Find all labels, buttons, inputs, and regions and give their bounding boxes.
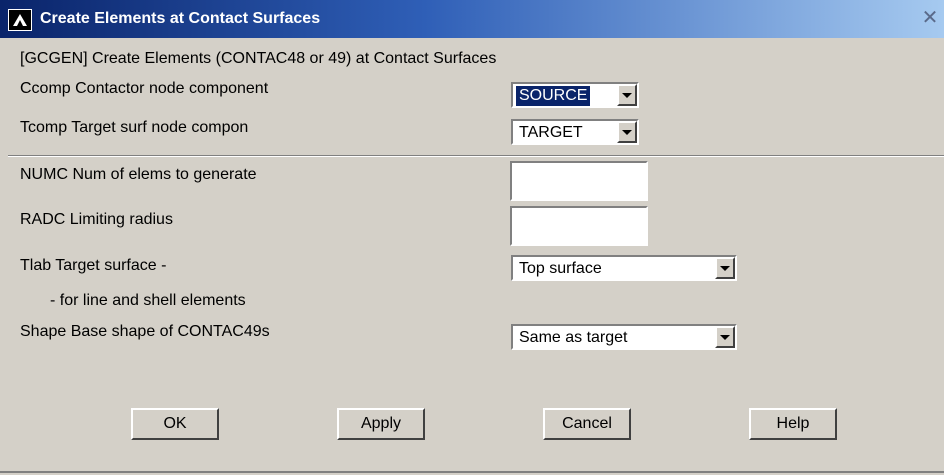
ccomp-label: Ccomp Contactor node component <box>20 80 269 97</box>
chevron-down-icon[interactable] <box>715 257 735 279</box>
tlab-value: Top surface <box>519 260 602 277</box>
chevron-down-icon[interactable] <box>715 326 735 348</box>
ansys-logo-icon <box>8 9 32 31</box>
apply-button[interactable]: Apply <box>337 408 425 440</box>
title-bar[interactable]: Create Elements at Contact Surfaces ✕ <box>0 0 944 38</box>
close-icon[interactable]: ✕ <box>918 6 942 30</box>
shape-value: Same as target <box>519 329 628 346</box>
chevron-down-icon[interactable] <box>617 84 637 106</box>
shape-select[interactable]: Same as target <box>511 324 737 350</box>
tlab-select[interactable]: Top surface <box>511 255 737 281</box>
window-title: Create Elements at Contact Surfaces <box>40 10 321 27</box>
cancel-button[interactable]: Cancel <box>543 408 631 440</box>
ccomp-select[interactable]: SOURCE <box>511 82 639 108</box>
tlab-label: Tlab Target surface - <box>20 257 167 274</box>
shape-label: Shape Base shape of CONTAC49s <box>20 323 270 340</box>
numc-input[interactable] <box>510 161 648 201</box>
chevron-down-icon[interactable] <box>617 121 637 143</box>
command-description: [GCGEN] Create Elements (CONTAC48 or 49)… <box>20 50 497 67</box>
numc-label: NUMC Num of elems to generate <box>20 166 257 183</box>
section-divider <box>8 155 944 157</box>
tlab-sublabel: - for line and shell elements <box>50 292 246 309</box>
tcomp-select[interactable]: TARGET <box>511 119 639 145</box>
radc-label: RADC Limiting radius <box>20 211 173 228</box>
tcomp-label: Tcomp Target surf node compon <box>20 119 249 136</box>
ccomp-value: SOURCE <box>516 86 591 106</box>
help-button[interactable]: Help <box>749 408 837 440</box>
radc-input[interactable] <box>510 206 648 246</box>
tcomp-value: TARGET <box>519 124 583 141</box>
ok-button[interactable]: OK <box>131 408 219 440</box>
window-bottom-edge <box>0 471 944 473</box>
